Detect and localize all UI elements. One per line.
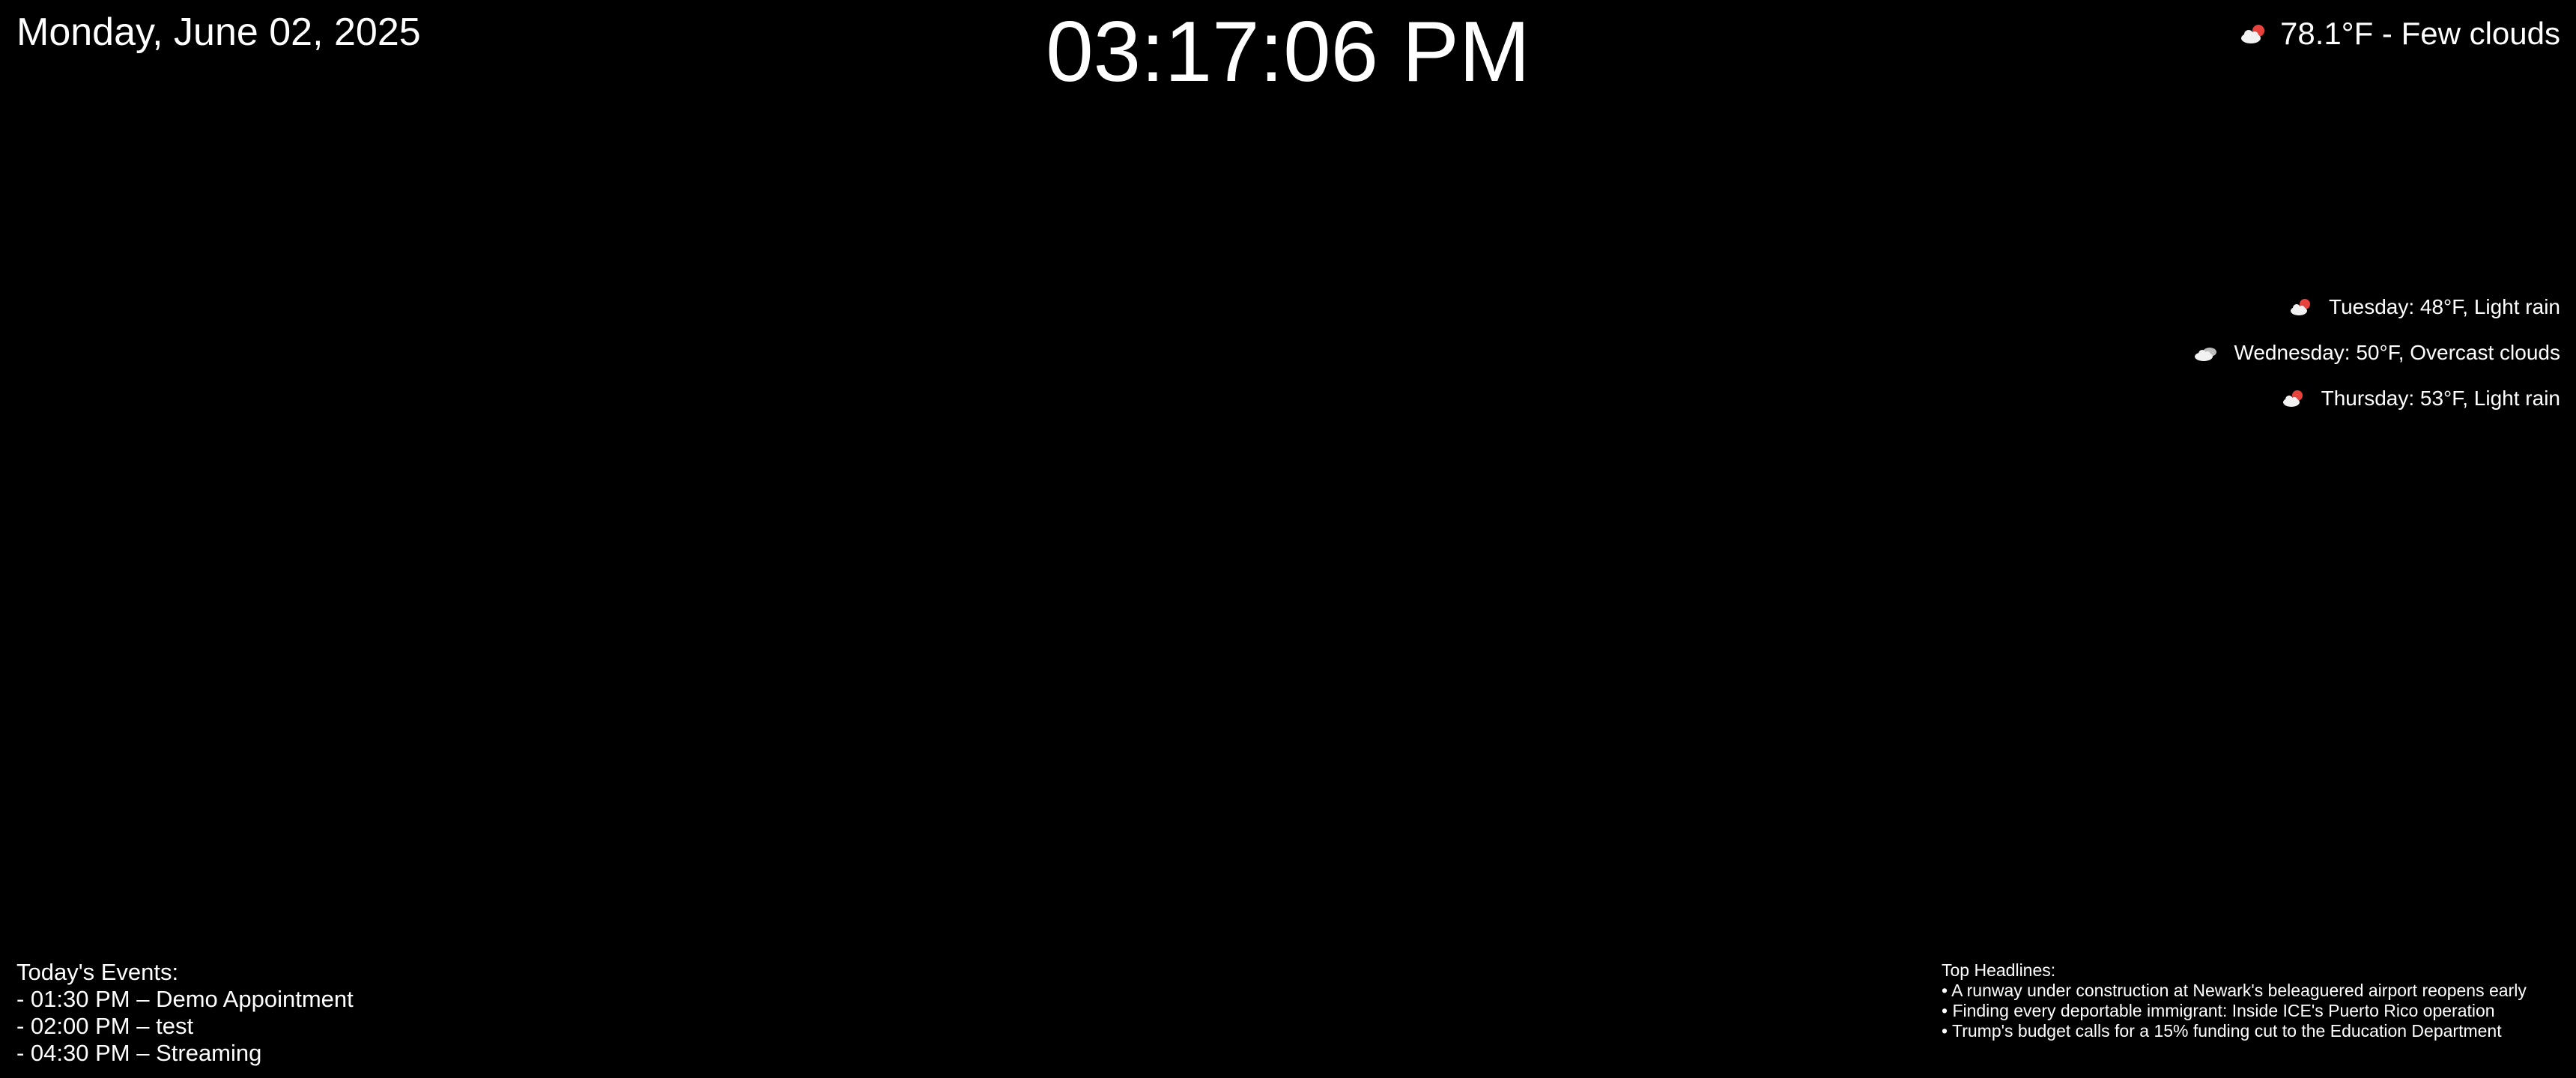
event-item: - 02:00 PM – test — [16, 1013, 194, 1039]
forecast-item-thursday: Thursday: 53°F, Light rain — [2281, 385, 2560, 412]
dashboard-screen: Monday, June 02, 2025 03:17:06 PM 78.1°F… — [0, 0, 2576, 1078]
event-item: - 01:30 PM – Demo Appointment — [16, 986, 354, 1012]
forecast-text: Wednesday: 50°F, Overcast clouds — [2234, 341, 2560, 364]
events-panel: Today's Events: - 01:30 PM – Demo Appoin… — [16, 959, 354, 1067]
forecast-list: Tuesday: 48°F, Light rain Wednesday: 50°… — [2193, 294, 2560, 412]
events-title: Today's Events: — [16, 959, 179, 985]
headline-item: • Finding every deportable immigrant: In… — [1942, 1001, 2495, 1020]
current-weather-text: 78.1°F - Few clouds — [2280, 16, 2560, 51]
light-rain-icon — [2291, 299, 2310, 315]
headline-item: • Trump's budget calls for a 15% funding… — [1942, 1021, 2502, 1041]
overcast-clouds-icon — [2195, 348, 2217, 361]
headlines-panel: Top Headlines: • A runway under construc… — [1942, 960, 2527, 1041]
forecast-item-tuesday: Tuesday: 48°F, Light rain — [2288, 294, 2560, 321]
few-clouds-icon — [2241, 25, 2265, 43]
forecast-text: Thursday: 53°F, Light rain — [2321, 387, 2560, 410]
light-rain-icon — [2282, 390, 2303, 407]
event-item: - 04:30 PM – Streaming — [16, 1040, 262, 1066]
current-weather: 78.1°F - Few clouds — [2240, 10, 2560, 57]
forecast-text: Tuesday: 48°F, Light rain — [2329, 295, 2560, 318]
clock-time: 03:17:06 PM — [1046, 4, 1530, 100]
forecast-item-wednesday: Wednesday: 50°F, Overcast clouds — [2193, 339, 2560, 366]
headline-item: • A runway under construction at Newark'… — [1942, 981, 2527, 1000]
headlines-title: Top Headlines: — [1942, 960, 2056, 980]
